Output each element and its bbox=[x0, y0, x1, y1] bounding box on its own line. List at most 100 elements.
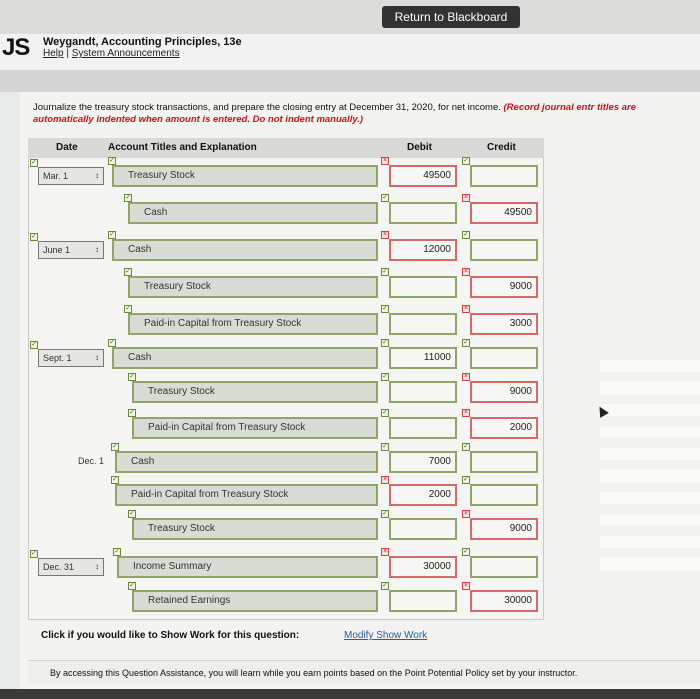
debit-input[interactable]: 12000 bbox=[389, 239, 457, 261]
account-title-input[interactable]: Treasury Stock bbox=[132, 381, 378, 403]
check-icon: ✓ bbox=[108, 157, 116, 165]
date-select[interactable]: Mar. 1 ↕ bbox=[38, 167, 104, 185]
credit-input[interactable]: 2000 bbox=[470, 417, 538, 439]
credit-input[interactable]: 3000 bbox=[470, 313, 538, 335]
x-icon: × bbox=[462, 510, 470, 518]
footer-text: By accessing this Question Assistance, y… bbox=[50, 668, 578, 678]
header-debit: Debit bbox=[407, 142, 432, 153]
account-title-input[interactable]: Treasury Stock bbox=[128, 276, 378, 298]
debit-input[interactable]: 49500 bbox=[389, 165, 457, 187]
check-icon: ✓ bbox=[462, 443, 470, 451]
check-icon: ✓ bbox=[111, 443, 119, 451]
date-select[interactable]: Dec. 31 ↕ bbox=[38, 558, 104, 576]
check-icon: ✓ bbox=[381, 305, 389, 313]
account-title-input[interactable]: Treasury Stock bbox=[132, 518, 378, 540]
stepper-icon[interactable]: ↕ bbox=[95, 242, 99, 258]
check-icon: ✓ bbox=[30, 550, 38, 558]
x-icon: × bbox=[462, 268, 470, 276]
header-credit: Credit bbox=[487, 142, 516, 153]
x-icon: × bbox=[381, 157, 389, 165]
account-title-input[interactable]: Cash bbox=[115, 451, 378, 473]
x-icon: × bbox=[462, 194, 470, 202]
x-icon: × bbox=[462, 582, 470, 590]
account-title-input[interactable]: Paid-in Capital from Treasury Stock bbox=[128, 313, 378, 335]
debit-input[interactable]: 7000 bbox=[389, 451, 457, 473]
bezel bbox=[0, 689, 700, 699]
x-icon: × bbox=[381, 476, 389, 484]
return-to-blackboard-button[interactable]: Return to Blackboard bbox=[382, 6, 520, 28]
account-title-input[interactable]: Cash bbox=[112, 239, 378, 261]
credit-input[interactable]: 49500 bbox=[470, 202, 538, 224]
check-icon: ✓ bbox=[462, 231, 470, 239]
credit-input[interactable]: 30000 bbox=[470, 590, 538, 612]
header-date: Date bbox=[56, 142, 78, 153]
account-title-input[interactable]: Income Summary bbox=[117, 556, 378, 578]
x-icon: × bbox=[462, 373, 470, 381]
screen-glare bbox=[600, 360, 700, 580]
help-links: Help | System Announcements bbox=[43, 48, 180, 59]
check-icon: ✓ bbox=[462, 476, 470, 484]
credit-input[interactable] bbox=[470, 484, 538, 506]
account-title-input[interactable]: Cash bbox=[112, 347, 378, 369]
check-icon: ✓ bbox=[381, 582, 389, 590]
credit-input[interactable] bbox=[470, 347, 538, 369]
check-icon: ✓ bbox=[381, 409, 389, 417]
check-icon: ✓ bbox=[128, 510, 136, 518]
instructions: Journalize the treasury stock transactio… bbox=[33, 102, 699, 126]
debit-input[interactable] bbox=[389, 590, 457, 612]
page: Return to Blackboard JS Weygandt, Accoun… bbox=[0, 0, 700, 699]
date-value: Dec. 1 bbox=[78, 456, 105, 466]
debit-input[interactable] bbox=[389, 381, 457, 403]
modify-show-work-link[interactable]: Modify Show Work bbox=[344, 630, 427, 641]
check-icon: ✓ bbox=[381, 194, 389, 202]
account-title-input[interactable]: Paid-in Capital from Treasury Stock bbox=[132, 417, 378, 439]
check-icon: ✓ bbox=[381, 510, 389, 518]
check-icon: ✓ bbox=[108, 231, 116, 239]
instructions-main: Journalize the treasury stock transactio… bbox=[33, 102, 504, 113]
stepper-icon[interactable]: ↕ bbox=[95, 168, 99, 184]
credit-input[interactable]: 9000 bbox=[470, 518, 538, 540]
toolbar-strip bbox=[0, 70, 700, 92]
top-bar bbox=[0, 0, 700, 34]
debit-input[interactable] bbox=[389, 202, 457, 224]
credit-input[interactable]: 9000 bbox=[470, 276, 538, 298]
account-title-input[interactable]: Treasury Stock bbox=[112, 165, 378, 187]
debit-input[interactable] bbox=[389, 417, 457, 439]
journal-table-header bbox=[28, 138, 544, 158]
logo: JS bbox=[2, 34, 30, 61]
check-icon: ✓ bbox=[128, 373, 136, 381]
debit-input[interactable] bbox=[389, 313, 457, 335]
stepper-icon[interactable]: ↕ bbox=[95, 350, 99, 366]
date-value: June 1 bbox=[43, 245, 71, 255]
check-icon: ✓ bbox=[462, 548, 470, 556]
header-account: Account Titles and Explanation bbox=[108, 142, 257, 153]
debit-input[interactable]: 30000 bbox=[389, 556, 457, 578]
date-value: Sept. 1 bbox=[43, 353, 72, 363]
credit-input[interactable] bbox=[470, 556, 538, 578]
check-icon: ✓ bbox=[128, 582, 136, 590]
date-select[interactable]: June 1 ↕ bbox=[38, 241, 104, 259]
stepper-icon[interactable]: ↕ bbox=[95, 559, 99, 575]
credit-input[interactable] bbox=[470, 239, 538, 261]
check-icon: ✓ bbox=[381, 373, 389, 381]
check-icon: ✓ bbox=[462, 339, 470, 347]
x-icon: × bbox=[381, 548, 389, 556]
check-icon: ✓ bbox=[128, 409, 136, 417]
help-link[interactable]: Help bbox=[43, 48, 64, 59]
system-announcements-link[interactable]: System Announcements bbox=[72, 48, 180, 59]
debit-input[interactable]: 11000 bbox=[389, 347, 457, 369]
check-icon: ✓ bbox=[462, 157, 470, 165]
check-icon: ✓ bbox=[30, 159, 38, 167]
account-title-input[interactable]: Retained Earnings bbox=[132, 590, 378, 612]
show-work-label: Click if you would like to Show Work for… bbox=[41, 630, 300, 641]
debit-input[interactable] bbox=[389, 276, 457, 298]
date-select[interactable]: Sept. 1 ↕ bbox=[38, 349, 104, 367]
account-title-input[interactable]: Paid-in Capital from Treasury Stock bbox=[115, 484, 378, 506]
debit-input[interactable] bbox=[389, 518, 457, 540]
credit-input[interactable] bbox=[470, 451, 538, 473]
debit-input[interactable]: 2000 bbox=[389, 484, 457, 506]
check-icon: ✓ bbox=[111, 476, 119, 484]
account-title-input[interactable]: Cash bbox=[128, 202, 378, 224]
credit-input[interactable] bbox=[470, 165, 538, 187]
credit-input[interactable]: 9000 bbox=[470, 381, 538, 403]
